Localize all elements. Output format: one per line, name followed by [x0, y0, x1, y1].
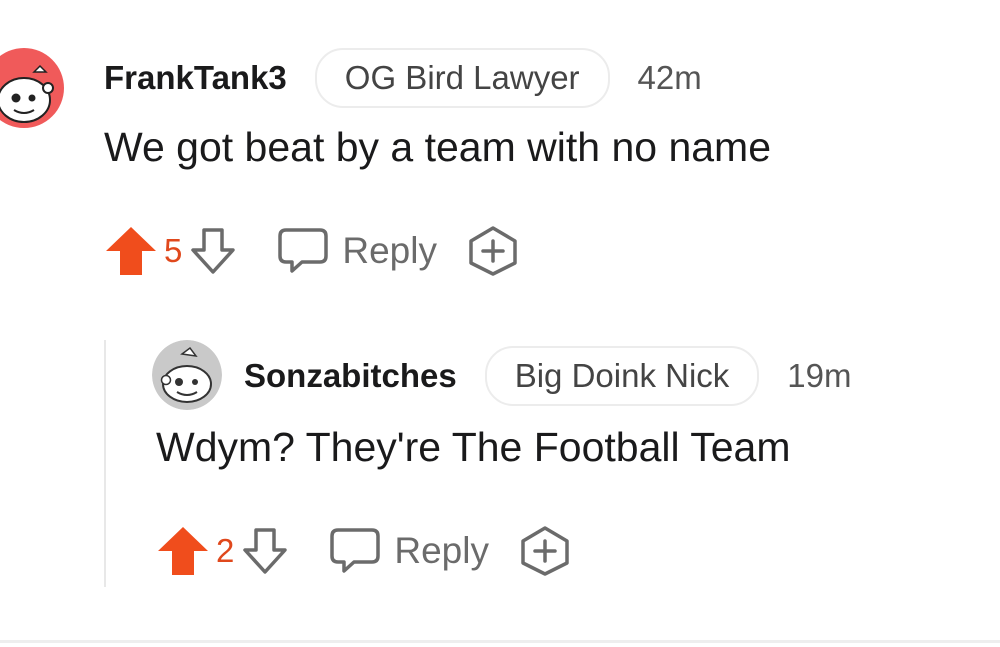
award-plus-icon [469, 226, 517, 276]
username[interactable]: FrankTank3 [104, 59, 287, 97]
reply-label: Reply [394, 530, 489, 571]
downvote-arrow-icon [243, 528, 288, 574]
comment-body: We got beat by a team with no name [104, 124, 772, 170]
upvote-button[interactable] [156, 525, 210, 577]
speech-bubble-icon [330, 528, 381, 573]
reply-label: Reply [342, 230, 437, 271]
downvote-button[interactable] [242, 526, 288, 576]
comment-actions: 2 Reply [156, 524, 571, 578]
username[interactable]: Sonzabitches [244, 357, 457, 395]
avatar[interactable] [0, 28, 70, 128]
upvote-button[interactable] [104, 225, 158, 277]
timestamp: 42m [637, 59, 702, 96]
reply-button[interactable]: Reply [328, 526, 489, 576]
downvote-arrow-icon [191, 228, 236, 274]
award-button[interactable] [519, 525, 571, 577]
timestamp: 19m [787, 357, 852, 394]
snoo-avatar-icon [0, 48, 64, 128]
comment-actions: 5 Reply [104, 224, 519, 278]
thread-line[interactable] [104, 340, 106, 587]
award-button[interactable] [467, 225, 519, 277]
reply-button[interactable]: Reply [276, 226, 437, 276]
vote-score: 2 [216, 532, 235, 569]
divider [0, 640, 1000, 643]
vote-score: 5 [164, 232, 183, 269]
upvote-arrow-icon [158, 527, 208, 575]
award-plus-icon [521, 526, 569, 576]
avatar[interactable] [152, 340, 222, 410]
comment-body: Wdym? They're The Football Team [156, 424, 791, 470]
user-flair: OG Bird Lawyer [314, 48, 610, 108]
speech-bubble-icon [278, 228, 329, 273]
snoo-avatar-icon [152, 340, 222, 410]
upvote-arrow-icon [106, 227, 156, 275]
user-flair: Big Doink Nick [484, 346, 760, 406]
downvote-button[interactable] [190, 226, 236, 276]
